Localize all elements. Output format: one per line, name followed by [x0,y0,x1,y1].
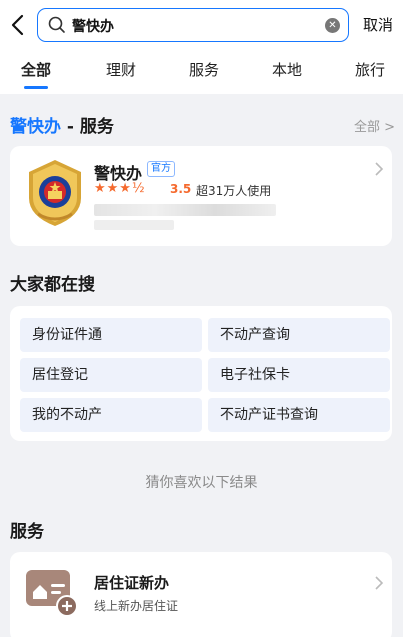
tab-travel[interactable]: 旅行 [355,59,385,80]
service-subtitle: 线上新办居住证 [94,599,179,613]
view-all-link[interactable]: 全部 > [354,116,395,135]
hot-search-panel: 身份证件通 不动产查询 居住登记 电子社保卡 我的不动产 不动产证书查询 [10,306,392,441]
app-card[interactable]: 警快办 官方 ★★★½ 3.5 超31万人使用 [10,146,392,246]
chevron-right-icon [375,162,384,176]
services-title: 服务 [10,522,44,542]
tab-local[interactable]: 本地 [272,59,302,80]
rating-stars-icon: ★★★½ [94,181,146,196]
search-query: 警快办 [72,19,114,35]
blurred-description [94,204,276,216]
chevron-right-icon [375,576,384,590]
cancel-button[interactable]: 取消 [363,14,393,35]
active-tab-indicator [24,86,48,89]
hot-search-chip[interactable]: 不动产查询 [208,318,390,352]
tab-services[interactable]: 服务 [189,59,219,80]
hot-search-title: 大家都在搜 [10,275,95,295]
back-arrow-icon[interactable] [8,12,28,38]
residence-permit-icon [26,570,78,617]
search-input[interactable]: 警快办 ✕ [37,8,349,42]
service-item[interactable]: 居住证新办 线上新办居住证 [10,552,392,637]
recommendation-divider: 猜你喜欢以下结果 [145,475,258,491]
blurred-description-line2 [94,220,174,230]
hot-search-chip[interactable]: 电子社保卡 [208,358,390,392]
top-bar: 警快办 ✕ 取消 [0,0,403,52]
service-title: 居住证新办 [94,574,170,592]
result-section-title: 警快办 - 服务 [10,112,114,137]
official-badge: 官方 [147,161,175,177]
category-tabs: 全部 理财 服务 本地 旅行 [0,52,403,94]
tab-all[interactable]: 全部 [21,59,51,80]
rating-value: 3.5 [170,182,192,196]
tab-finance[interactable]: 理财 [106,59,136,80]
result-suffix: - 服务 [61,117,114,137]
user-count: 超31万人使用 [196,184,272,198]
clear-icon[interactable]: ✕ [325,18,340,33]
search-icon [48,16,65,33]
hot-search-chip[interactable]: 居住登记 [20,358,202,392]
police-emblem-icon [29,160,81,226]
hot-search-chip[interactable]: 我的不动产 [20,398,202,432]
hot-search-chip[interactable]: 身份证件通 [20,318,202,352]
hot-search-chip[interactable]: 不动产证书查询 [208,398,390,432]
result-keyword: 警快办 [10,117,61,137]
